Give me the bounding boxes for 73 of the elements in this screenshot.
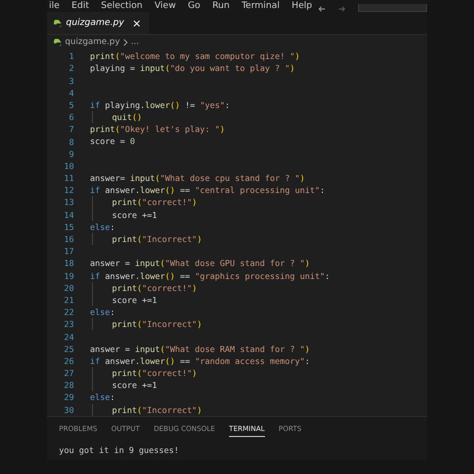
code-line: playing = input("do you want to play ? "): [90, 62, 295, 75]
line-number: 16: [63, 234, 74, 244]
code-line: if answer.lower() == "random access memory":: [90, 354, 310, 368]
line-number: 28: [63, 380, 74, 390]
code-line: answer= input("What dose cpu stand for ? "): [90, 172, 305, 184]
forward-arrow-icon[interactable]: [338, 4, 346, 12]
code-line: if answer.lower() == "graphics processing unit":: [90, 270, 330, 282]
line-number: 25: [63, 344, 74, 354]
line-number: 5: [68, 100, 74, 110]
line-number: 6: [68, 112, 74, 122]
line-number: 18: [63, 258, 74, 268]
code-line: print("correct!"): [112, 282, 197, 294]
line-number: 1: [68, 51, 74, 62]
menu-item[interactable]: Selection: [100, 0, 142, 12]
python-file-icon: [53, 38, 62, 47]
chevron-icon: [122, 38, 128, 46]
line-number: 9: [68, 148, 74, 159]
code-line: else:: [90, 306, 115, 318]
code-line: if answer.lower() == "central processing unit":: [90, 184, 325, 196]
code-line: print("correct!"): [112, 196, 197, 209]
line-number: 23: [63, 319, 74, 330]
code-line: quit(): [112, 111, 142, 124]
code-line: print("Incorrect"): [112, 404, 202, 416]
terminal-output: you got it in 9 guesses!: [59, 444, 180, 455]
line-number: 10: [63, 160, 74, 171]
line-number: 14: [63, 210, 74, 220]
code-line: else:: [90, 391, 115, 404]
search-field[interactable]: [358, 4, 427, 12]
code-line: print("welcome to my sam computor qize! "): [90, 50, 300, 62]
code-line: score +=1: [112, 379, 157, 392]
line-number: 26: [63, 356, 74, 366]
close-icon[interactable]: ×: [132, 16, 142, 30]
menu-item[interactable]: View: [154, 0, 176, 12]
line-number: 12: [63, 185, 74, 196]
code-line: if playing.lower() != "yes":: [90, 98, 230, 112]
line-number: 22: [63, 307, 74, 318]
line-number: 21: [63, 294, 74, 305]
code-line: answer = input("What dose RAM stand for ? "): [90, 342, 310, 355]
line-number: 17: [63, 246, 74, 256]
line-number: 11: [63, 173, 74, 184]
menu-item[interactable]: Help: [292, 0, 312, 12]
code-line: print("Incorrect"): [112, 232, 202, 246]
menu-item[interactable]: Edit: [72, 0, 89, 12]
menu-item[interactable]: Go: [188, 0, 200, 12]
breadcrumb-item[interactable]: quizgame.py: [65, 37, 120, 48]
menu-item[interactable]: ile: [49, 0, 60, 12]
code-line: else:: [90, 220, 115, 233]
line-number: 19: [63, 270, 74, 281]
line-number: 15: [63, 222, 74, 232]
line-number: 7: [68, 124, 74, 134]
line-number: 29: [63, 392, 74, 402]
code-line: score +=1: [112, 294, 157, 306]
line-number: 3: [68, 76, 74, 86]
python-file-icon: [53, 18, 62, 28]
editor-tab[interactable]: quizgame.py ×: [47, 12, 150, 34]
line-number: 13: [63, 197, 74, 208]
code-line: print("Incorrect"): [112, 318, 202, 330]
line-number: 30: [63, 404, 74, 415]
line-number: 2: [68, 63, 74, 74]
code-line: score +=1: [112, 208, 157, 221]
menu-item[interactable]: Terminal: [242, 0, 280, 12]
back-arrow-icon[interactable]: [318, 4, 326, 12]
breadcrumb-item[interactable]: ...: [130, 37, 139, 48]
line-number: 24: [63, 332, 74, 342]
code-line: score = 0: [90, 135, 135, 148]
line-number: 27: [63, 368, 74, 378]
code-line: print("Okey! let's play: "): [90, 123, 225, 136]
line-number: 20: [63, 282, 74, 293]
line-number: 8: [68, 136, 74, 147]
code-line: answer = input("What dose GPU stand for ? "): [90, 257, 310, 270]
menu-item[interactable]: Run: [212, 0, 230, 12]
code-line: print("correct!"): [112, 367, 197, 380]
line-number: 4: [68, 88, 74, 98]
